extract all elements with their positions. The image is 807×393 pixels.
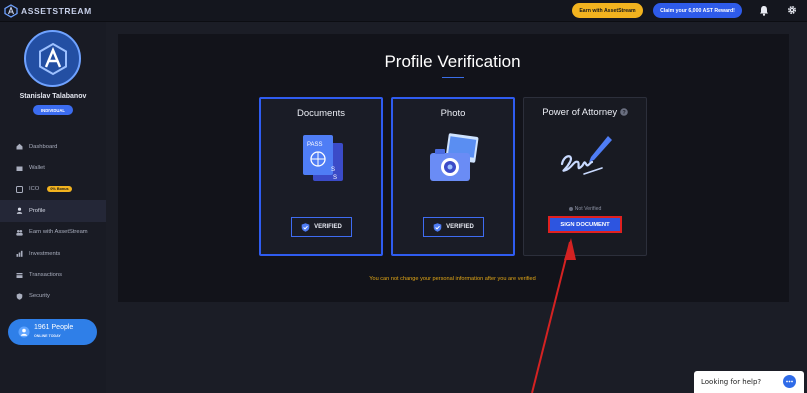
page-title: Profile Verification [384,52,521,71]
wallet-icon [16,166,23,171]
logo-icon [4,4,18,18]
annotation-arrow [531,238,576,393]
verification-notice: You can not change your personal informa… [369,276,536,282]
logo[interactable]: ASSETSTREAM [4,3,92,19]
sidebar-item-label: Earn with AssetStream [29,229,88,236]
help-chat-widget[interactable]: Looking for help? [694,371,804,393]
verified-label: VERIFIED [446,224,474,230]
card-title: Power of Attorney ? [524,107,646,118]
signature-icon [560,136,612,175]
shield-icon [16,293,23,300]
people-icon [16,229,23,236]
chat-icon[interactable] [783,375,796,388]
user-name: Stanislav Talabanov [19,93,87,100]
question-icon[interactable]: ? [620,108,628,116]
sidebar-item-profile[interactable]: Profile [0,200,106,222]
svg-text:S: S [331,167,335,173]
sidebar-item-label: Wallet [29,165,45,172]
bell-icon[interactable] [759,5,769,16]
card-title: Photo [440,108,466,119]
card-title-text: Power of Attorney [542,107,618,118]
documents-verified-badge: VERIFIED [291,217,352,237]
help-label: Looking for help? [701,378,762,386]
sidebar-item-label: Security [29,293,50,300]
camera-icon [430,133,479,181]
investments-icon [16,250,23,257]
svg-text:PASS: PASS [307,142,323,148]
earn-button[interactable]: Earn with AssetStream [572,3,643,18]
passport-icon: PASS S S [303,135,343,181]
logo-text: ASSETSTREAM [21,6,92,16]
status-dot [568,206,573,211]
sidebar-item-ico[interactable]: ICO 0% Bonus [0,179,106,200]
card-title: Documents [296,108,346,119]
sidebar-item-label: Investments [29,250,61,257]
sidebar-item-security[interactable]: Security [0,286,106,307]
sidebar-item-label: Dashboard [29,143,58,150]
sidebar-item-investments[interactable]: Investments [0,243,106,264]
chat-bubble-icon [786,380,793,383]
svg-text:S: S [333,175,337,181]
shield-check-icon [433,222,442,232]
account-type-badge: INDIVIDUAL [33,105,73,115]
ico-icon [16,185,23,193]
sidebar-item-dashboard[interactable]: Dashboard [0,136,106,157]
sidebar-item-label: Profile [29,207,46,214]
online-today-widget: 1961 People ONLINE TODAY [8,319,97,345]
title-underline [442,77,464,78]
sidebar-item-earn[interactable]: Earn with AssetStream [0,222,106,243]
gear-icon[interactable] [787,5,797,15]
user-icon [16,207,23,215]
sidebar: Stanislav Talabanov INDIVIDUAL Dashboard… [0,22,106,393]
online-label: ONLINE TODAY [34,334,61,338]
dashboard-icon [16,143,23,150]
top-bar: ASSETSTREAM Earn with AssetStream Claim … [0,0,807,22]
online-users-icon [18,326,30,338]
photo-verified-badge: VERIFIED [423,217,484,237]
documents-card[interactable]: Documents PASS S S VERIFIED [259,97,383,256]
verification-status: Not Verified [524,206,646,212]
verified-label: VERIFIED [314,224,342,230]
claim-reward-button[interactable]: Claim your 6,000 AST Reward! [653,3,742,18]
online-count: 1961 People [34,324,74,331]
sidebar-item-label: ICO [29,186,40,193]
sidebar-item-wallet[interactable]: Wallet [0,157,106,178]
shield-check-icon [301,222,310,232]
photo-card[interactable]: Photo VERIFIED [391,97,515,256]
bonus-badge: 0% Bonus [47,186,72,193]
status-text: Not Verified [574,206,602,212]
